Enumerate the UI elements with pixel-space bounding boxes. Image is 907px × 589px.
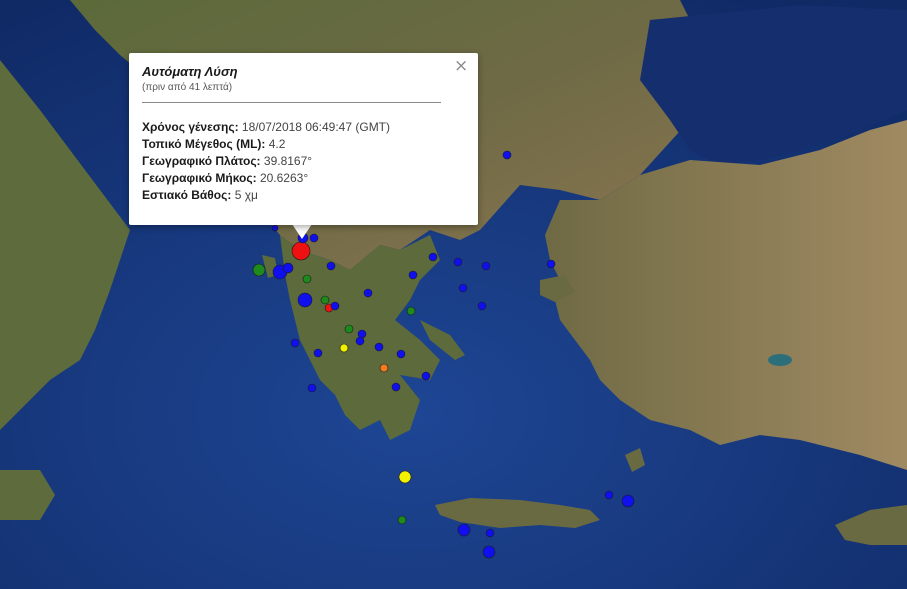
popup-tail: [292, 224, 312, 239]
earthquake-marker[interactable]: [344, 324, 354, 334]
earthquake-marker[interactable]: [406, 306, 416, 316]
earthquake-marker[interactable]: [546, 259, 556, 269]
earthquake-marker[interactable]: [421, 371, 431, 381]
earthquake-marker[interactable]: [457, 523, 471, 537]
info-window: × Αυτόματη Λύση (πριν από 41 λεπτά) Χρόν…: [129, 53, 478, 225]
close-icon[interactable]: ×: [454, 58, 468, 75]
earthquake-marker[interactable]: [428, 252, 438, 262]
detail-origin-time: Χρόνος γένεσης: 18/07/2018 06:49:47 (GMT…: [142, 120, 391, 134]
earthquake-marker[interactable]: [271, 224, 279, 232]
earthquake-marker[interactable]: [398, 470, 412, 484]
details-list: Χρόνος γένεσης: 18/07/2018 06:49:47 (GMT…: [142, 119, 390, 204]
earthquake-marker[interactable]: [339, 343, 349, 353]
earthquake-marker[interactable]: [355, 336, 365, 346]
earthquake-marker[interactable]: [297, 292, 313, 308]
earthquake-marker[interactable]: [313, 348, 323, 358]
earthquake-marker[interactable]: [302, 274, 312, 284]
earthquake-marker[interactable]: [374, 342, 384, 352]
earthquake-marker[interactable]: [363, 288, 373, 298]
earthquake-marker[interactable]: [252, 263, 266, 277]
earthquake-marker[interactable]: [453, 257, 463, 267]
popup-title: Αυτόματη Λύση: [142, 64, 238, 79]
detail-longitude: Γεωγραφικό Μήκος: 20.6263°: [142, 171, 309, 185]
earthquake-marker[interactable]: [330, 301, 340, 311]
earthquake-marker[interactable]: [290, 338, 300, 348]
selected-earthquake-marker[interactable]: [291, 241, 311, 261]
divider: [142, 102, 441, 103]
earthquake-marker[interactable]: [320, 295, 330, 305]
earthquake-marker[interactable]: [379, 363, 389, 373]
detail-magnitude: Τοπικό Μέγεθος (ML): 4.2: [142, 137, 286, 151]
earthquake-marker[interactable]: [307, 383, 317, 393]
detail-depth: Εστιακό Βάθος: 5 χμ: [142, 188, 258, 202]
earthquake-marker[interactable]: [481, 261, 491, 271]
earthquake-marker[interactable]: [397, 515, 407, 525]
earthquake-marker[interactable]: [477, 301, 487, 311]
earthquake-marker[interactable]: [282, 262, 294, 274]
earthquake-marker[interactable]: [408, 270, 418, 280]
earthquake-marker[interactable]: [485, 528, 495, 538]
popup-subtitle: (πριν από 41 λεπτά): [142, 82, 233, 93]
lake: [768, 354, 792, 366]
earthquake-marker[interactable]: [604, 490, 614, 500]
earthquake-marker[interactable]: [458, 283, 468, 293]
earthquake-marker[interactable]: [391, 382, 401, 392]
earthquake-marker[interactable]: [502, 150, 512, 160]
earthquake-marker[interactable]: [396, 349, 406, 359]
detail-latitude: Γεωγραφικό Πλάτος: 39.8167°: [142, 154, 313, 168]
earthquake-marker[interactable]: [326, 261, 336, 271]
earthquake-marker[interactable]: [482, 545, 496, 559]
earthquake-marker[interactable]: [621, 494, 635, 508]
